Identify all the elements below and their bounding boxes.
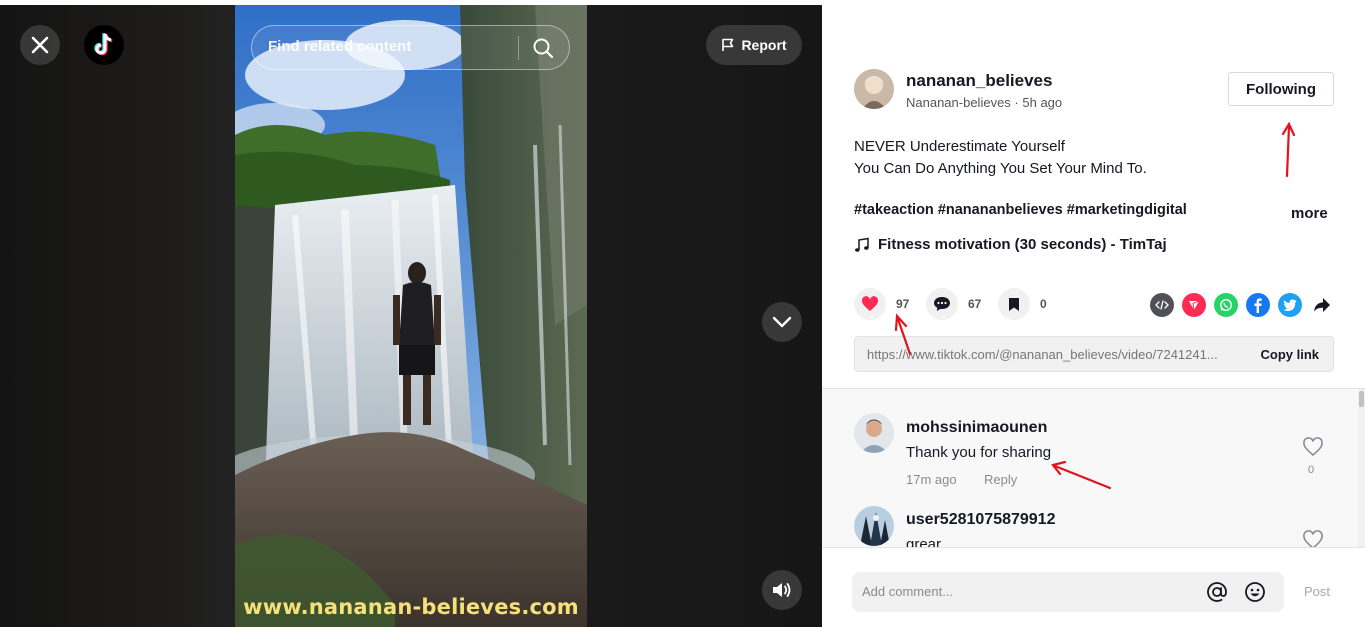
send-button[interactable] xyxy=(1182,293,1206,317)
facebook-button[interactable] xyxy=(1246,293,1270,317)
description-line-2: You Can Do Anything You Set Your Mind To… xyxy=(854,160,1147,177)
comment-text: Thank you for sharing xyxy=(906,444,1052,461)
comment-input[interactable] xyxy=(862,584,1192,599)
search-icon[interactable] xyxy=(531,36,555,60)
comment-composer: Post xyxy=(822,547,1365,627)
tiktok-video-viewer: www.nananan-believes.com Find related co… xyxy=(0,0,1365,627)
author-subline: Nananan-believes · 5h ago xyxy=(906,95,1062,110)
like-count: 97 xyxy=(896,297,910,311)
comment-username[interactable]: mohssinimaounen xyxy=(906,419,1047,437)
more-button[interactable]: more xyxy=(1291,205,1328,222)
post-description: NEVER Underestimate Yourself You Can Do … xyxy=(854,136,1147,180)
whatsapp-icon xyxy=(1219,298,1233,312)
copy-link-button[interactable]: Copy link xyxy=(1260,347,1319,362)
more-share-button[interactable] xyxy=(1310,293,1334,317)
post-hashtags[interactable]: #takeaction #nanananbelieves #marketingd… xyxy=(854,202,1187,218)
reply-button[interactable]: Reply xyxy=(984,472,1017,487)
music-note-icon xyxy=(855,237,869,252)
share-arrow-icon xyxy=(1314,298,1330,312)
volume-icon xyxy=(773,583,791,597)
comment-icon xyxy=(934,297,950,311)
post-time: 5h ago xyxy=(1022,95,1063,110)
comment-stat: 67 xyxy=(926,288,981,320)
commenter-avatar[interactable] xyxy=(854,413,894,453)
search-input[interactable] xyxy=(268,38,508,55)
like-button[interactable] xyxy=(854,288,886,320)
author-avatar[interactable] xyxy=(854,69,894,109)
waterfall-scene-image xyxy=(235,5,587,627)
close-button[interactable] xyxy=(20,25,60,65)
author-display-name: Nananan-believes xyxy=(906,95,1011,110)
facebook-icon xyxy=(1254,298,1262,313)
comment-scrollbar[interactable] xyxy=(1358,389,1365,547)
comment-username[interactable]: user5281075879912 xyxy=(906,511,1055,529)
post-comment-button[interactable]: Post xyxy=(1304,584,1330,599)
following-button[interactable]: Following xyxy=(1228,72,1334,106)
tiktok-logo-icon xyxy=(94,32,113,56)
video-player[interactable]: www.nananan-believes.com xyxy=(235,5,587,627)
whatsapp-button[interactable] xyxy=(1214,293,1238,317)
comment-count: 67 xyxy=(968,297,982,311)
video-link-url[interactable]: https://www.tiktok.com/@nananan_believes… xyxy=(867,347,1239,362)
flag-icon xyxy=(722,38,734,51)
scrollbar-thumb[interactable] xyxy=(1359,391,1364,407)
heart-filled-icon xyxy=(861,296,879,311)
chevron-down-icon xyxy=(772,316,792,328)
tiktok-logo[interactable] xyxy=(84,25,124,65)
emoji-icon[interactable] xyxy=(1243,580,1267,604)
mention-icon[interactable] xyxy=(1205,580,1229,604)
commenter-avatar[interactable] xyxy=(854,506,894,546)
comment-input-box xyxy=(852,572,1284,612)
heart-outline-icon[interactable] xyxy=(1302,529,1324,547)
copy-link-box: https://www.tiktok.com/@nananan_believes… xyxy=(854,336,1334,372)
like-stat: 97 xyxy=(854,288,909,320)
comment-text: grear xyxy=(906,536,942,547)
comment-time: 17m ago xyxy=(906,472,957,487)
commenter-avatar-image xyxy=(854,506,894,546)
commenter-avatar-image xyxy=(854,413,894,453)
volume-button[interactable] xyxy=(762,570,802,610)
twitter-icon xyxy=(1283,299,1297,311)
heart-outline-icon[interactable] xyxy=(1302,436,1324,458)
embed-icon xyxy=(1155,300,1169,310)
save-stat: 0 xyxy=(998,288,1047,320)
video-watermark-text: www.nananan-believes.com xyxy=(243,595,579,619)
save-count: 0 xyxy=(1040,297,1047,311)
author-username[interactable]: nananan_believes xyxy=(906,71,1052,91)
search-divider xyxy=(518,36,519,60)
twitter-button[interactable] xyxy=(1278,293,1302,317)
embed-button[interactable] xyxy=(1150,293,1174,317)
comment-button[interactable] xyxy=(926,288,958,320)
close-icon xyxy=(31,36,49,54)
details-panel: nananan_believes Nananan-believes · 5h a… xyxy=(822,5,1365,627)
save-button[interactable] xyxy=(998,288,1030,320)
next-video-button[interactable] xyxy=(762,302,802,342)
report-label: Report xyxy=(741,37,787,53)
description-line-1: NEVER Underestimate Yourself xyxy=(854,138,1065,155)
comment-list[interactable]: mohssinimaounen Thank you for sharing 17… xyxy=(822,389,1365,547)
music-title: Fitness motivation (30 seconds) - TimTaj xyxy=(878,236,1167,253)
search-bar xyxy=(251,25,570,70)
bookmark-icon xyxy=(1009,297,1019,311)
comment-like-count: 0 xyxy=(1308,464,1315,476)
report-button[interactable]: Report xyxy=(706,25,802,65)
send-icon xyxy=(1189,300,1200,311)
author-avatar-image xyxy=(854,69,894,109)
video-area: www.nananan-believes.com Find related co… xyxy=(0,5,822,627)
music-link[interactable]: Fitness motivation (30 seconds) - TimTaj xyxy=(854,236,1167,253)
